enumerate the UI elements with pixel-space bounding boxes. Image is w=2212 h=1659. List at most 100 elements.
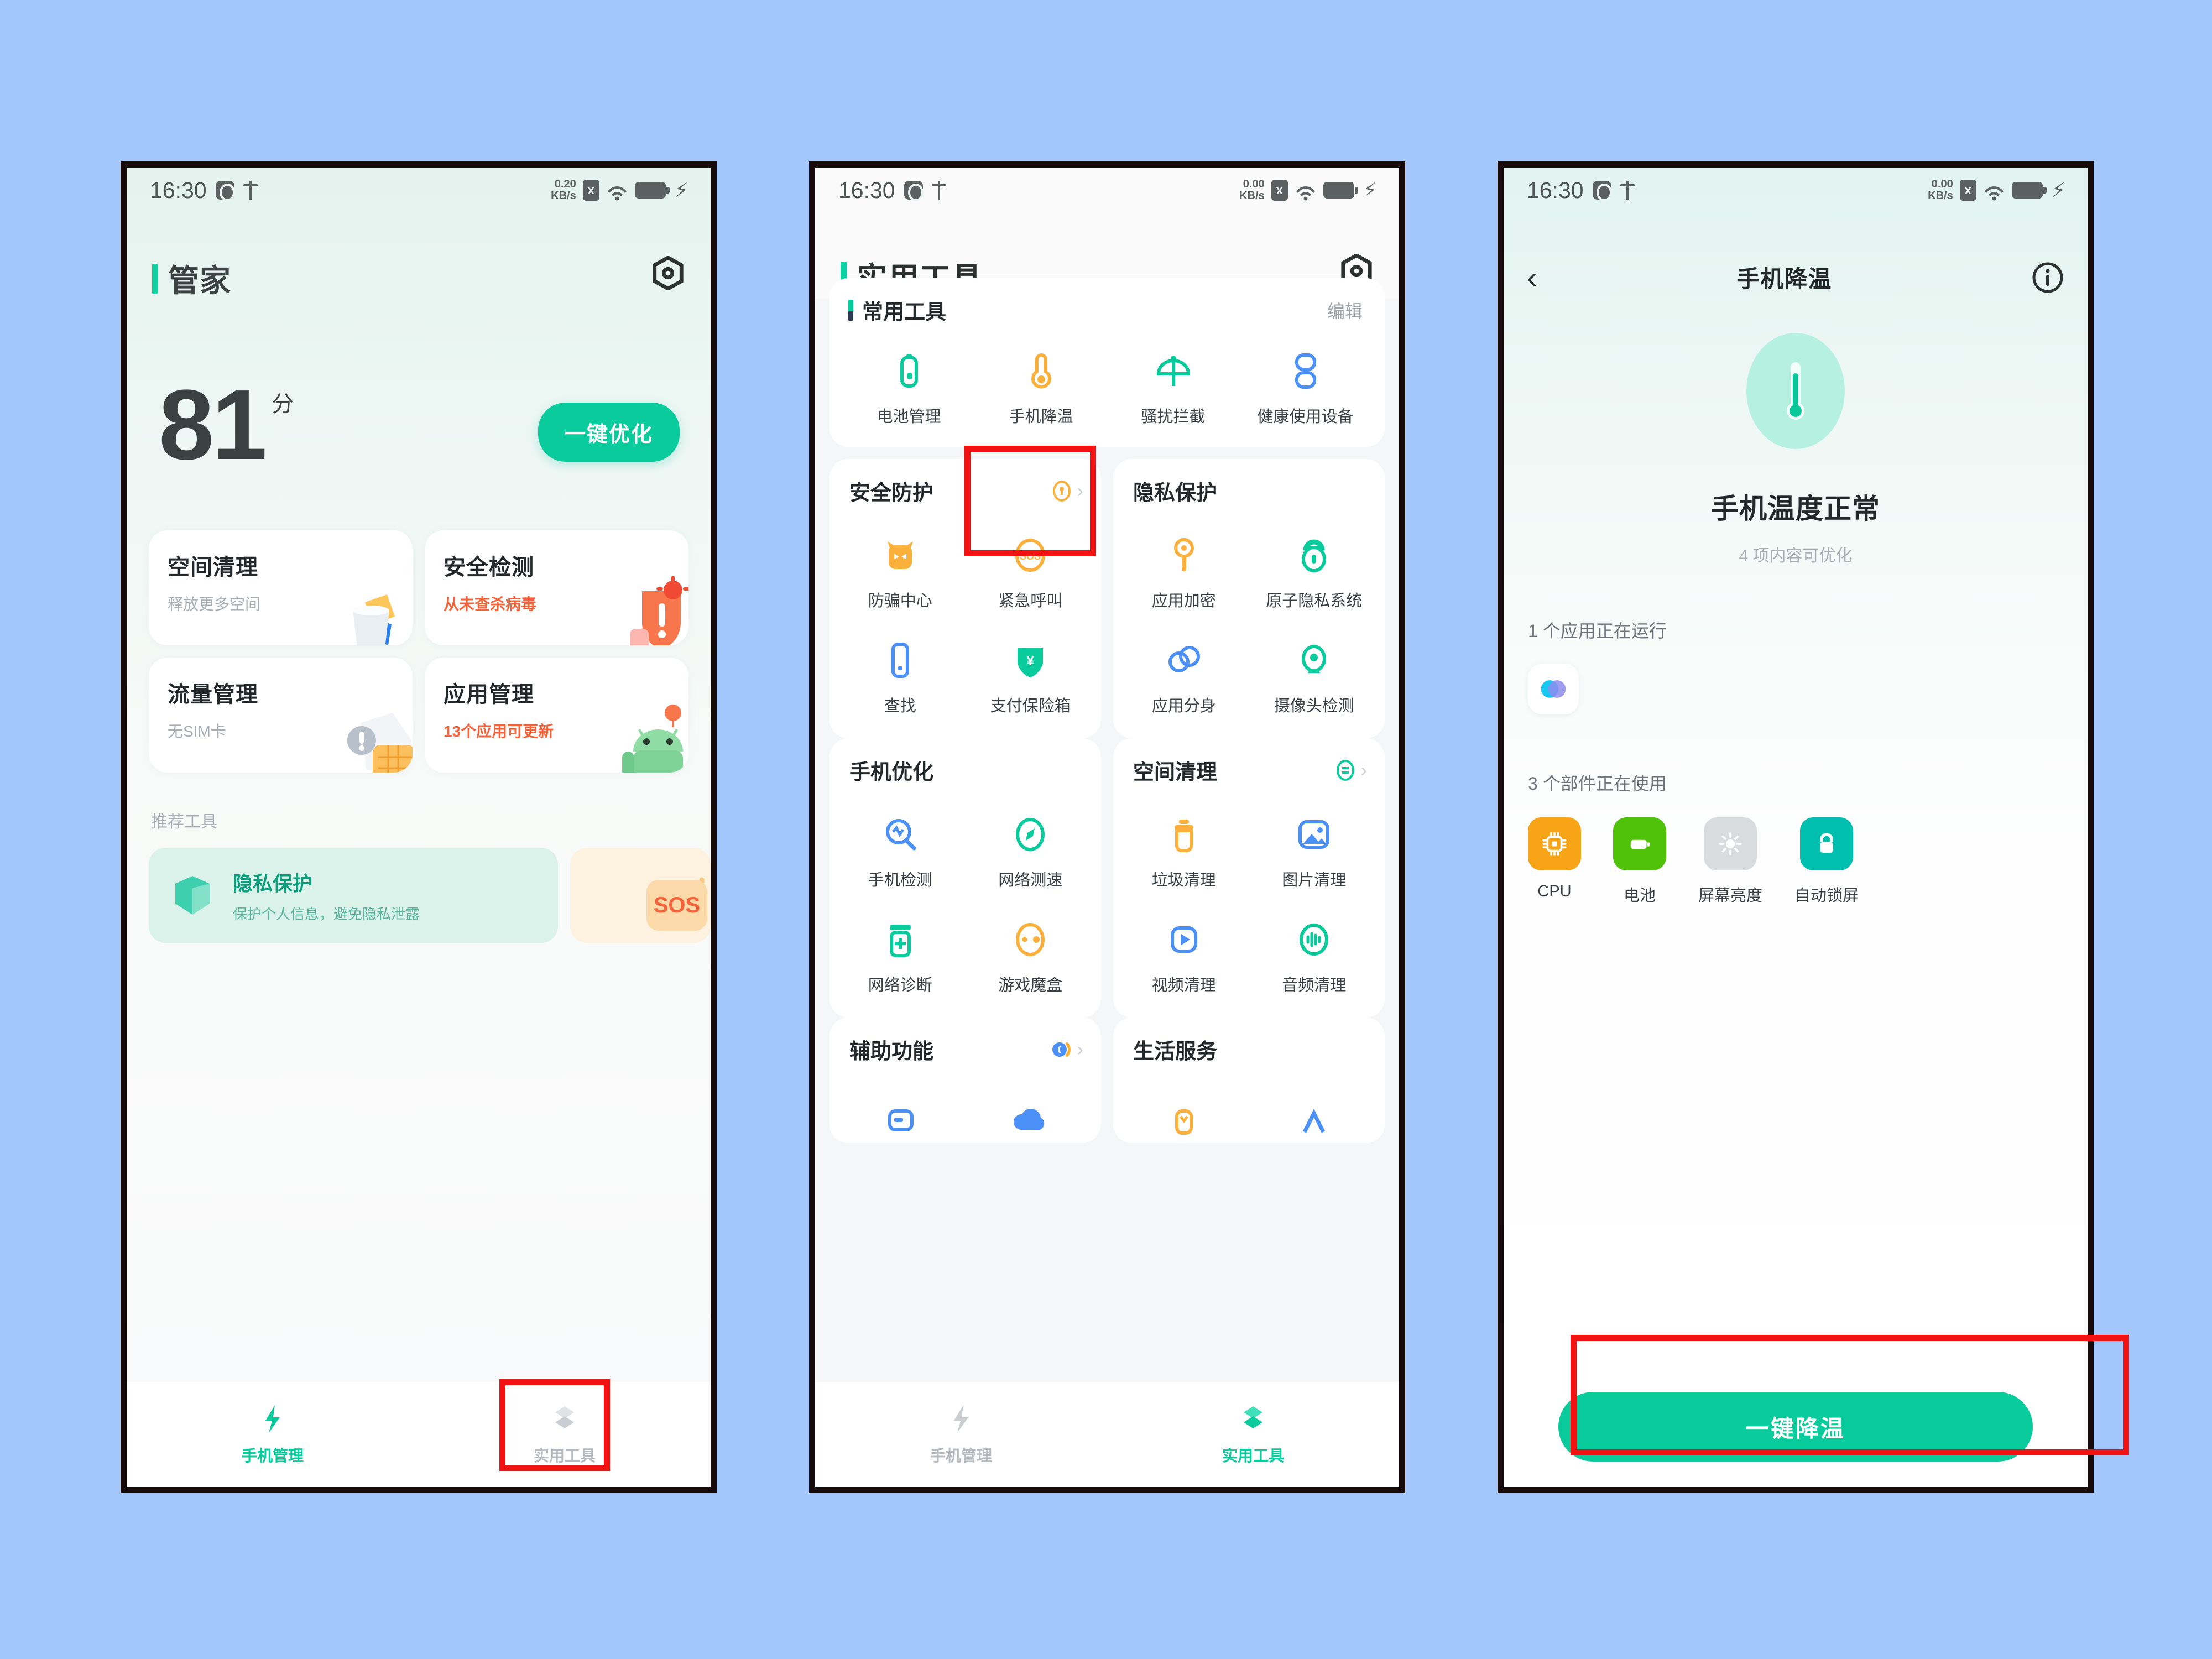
panel-privacy-protection: 隐私保护 应用加密 原子隐私系统 应用分身 摄像头检测 <box>1113 459 1385 738</box>
tool-game-box[interactable]: 游戏魔盒 <box>966 916 1096 999</box>
tool-label: 图片清理 <box>1282 872 1347 889</box>
back-button[interactable]: ‹ <box>1527 262 1537 293</box>
running-apps-label: 1 个应用正在运行 <box>1528 621 1667 641</box>
wifi-icon <box>606 181 628 201</box>
battery-icon <box>890 352 928 390</box>
sim-off-icon: x <box>1271 180 1288 201</box>
layers-icon <box>1244 1406 1262 1428</box>
panel-accent-bar <box>848 299 853 321</box>
component-label: 电池 <box>1623 887 1656 905</box>
tool-label: 紧急呼叫 <box>998 592 1063 610</box>
trash-icon <box>1165 815 1203 854</box>
tool-battery-manage[interactable]: 电池管理 <box>843 347 975 430</box>
component-autolock[interactable]: 自动锁屏 <box>1794 817 1859 906</box>
venn-app-icon <box>1541 680 1566 698</box>
network-speed: 0.20 KB/s <box>551 178 576 202</box>
section-row-1: 安全防护 › 防骗中心 SOS 紧急呼叫 查找 ¥ 支付保险箱 隐私保护 应用加… <box>830 459 1385 738</box>
panel-accessibility: 辅助功能 › <box>830 1018 1101 1143</box>
wallet-icon <box>1165 1101 1203 1140</box>
chevron-right-icon[interactable]: › <box>1077 1040 1083 1059</box>
tools-scroll-area[interactable]: 常用工具 编辑 电池管理 手机降温 骚扰拦截 健康使用设备 安全防护 › 防骗中… <box>815 278 1399 1384</box>
cloud-icon <box>1011 1101 1050 1140</box>
recommend-title: 隐私保护 <box>233 872 313 895</box>
tool-accessibility-2[interactable] <box>966 1097 1096 1143</box>
status-time: 16:30 <box>150 177 207 203</box>
info-icon[interactable] <box>2031 261 2064 294</box>
score-number: 81 <box>159 369 267 481</box>
status-time: 16:30 <box>838 177 895 203</box>
nav-item-phone-manage[interactable]: 手机管理 <box>127 1382 419 1487</box>
component-battery[interactable]: 电池 <box>1613 817 1666 906</box>
tool-label: 骚扰拦截 <box>1141 408 1206 426</box>
tool-atomic-privacy[interactable]: 原子隐私系统 <box>1249 531 1380 614</box>
nav-item-tools[interactable]: 实用工具 <box>419 1382 711 1487</box>
call-assist-icon <box>1051 1039 1073 1061</box>
running-app-item[interactable] <box>1528 664 1579 714</box>
fraud-icon <box>881 536 920 575</box>
volume-icon <box>1592 181 1612 201</box>
tool-label: 手机检测 <box>868 872 932 889</box>
audio-icon <box>1295 920 1333 959</box>
components-section: 3 个部件正在使用 CPU 电池 屏幕亮度 自动锁屏 <box>1504 770 2088 906</box>
phone-find-icon <box>881 641 920 680</box>
tool-app-clone[interactable]: 应用分身 <box>1119 637 1249 719</box>
one-key-optimize-button[interactable]: 一键优化 <box>538 403 680 462</box>
panel-common-tools: 常用工具 编辑 电池管理 手机降温 骚扰拦截 健康使用设备 <box>830 278 1385 447</box>
cpu-icon <box>1528 817 1581 870</box>
usb-icon <box>931 181 946 200</box>
tool-video-clean[interactable]: 视频清理 <box>1119 916 1249 999</box>
component-brightness[interactable]: 屏幕亮度 <box>1698 817 1762 906</box>
tool-network-speed[interactable]: 网络测速 <box>966 811 1096 894</box>
tool-app-encrypt[interactable]: 应用加密 <box>1119 531 1249 614</box>
tool-harassment-block[interactable]: 骚扰拦截 <box>1107 347 1239 430</box>
component-label: CPU <box>1537 883 1572 900</box>
battery-icon <box>634 182 670 199</box>
feature-card-grid: 空间清理 释放更多空间 安全检测 从未查杀病毒 流量管理 无SIM卡 应用管理 … <box>127 530 711 773</box>
tool-phone-cooling[interactable]: 手机降温 <box>975 347 1107 430</box>
tool-audio-clean[interactable]: 音频清理 <box>1249 916 1380 999</box>
video-icon <box>1165 920 1203 959</box>
tool-digital-wellbeing[interactable]: 健康使用设备 <box>1239 347 1371 430</box>
recommend-sos-card[interactable]: SOS <box>570 848 711 943</box>
cooling-header: ‹ 手机降温 <box>1504 213 2088 294</box>
tool-accessibility-1[interactable] <box>835 1097 966 1143</box>
tool-phone-diagnose[interactable]: 手机检测 <box>835 811 966 894</box>
panel-title-text: 隐私保护 <box>1133 482 1218 505</box>
components-label: 3 个部件正在使用 <box>1528 774 1667 794</box>
nav-label: 实用工具 <box>1222 1447 1284 1464</box>
charging-bolt-icon: ⚡ <box>1363 179 1377 201</box>
tool-network-diagnose[interactable]: 网络诊断 <box>835 916 966 999</box>
tool-find-device[interactable]: 查找 <box>835 637 966 719</box>
camera-detect-icon <box>1295 641 1333 680</box>
tool-life-1[interactable] <box>1119 1097 1249 1143</box>
trash-illustration <box>353 594 395 645</box>
tool-fraud-center[interactable]: 防骗中心 <box>835 531 966 614</box>
component-cpu[interactable]: CPU <box>1528 817 1581 906</box>
tool-camera-detect[interactable]: 摄像头检测 <box>1249 637 1380 719</box>
card-app-manage[interactable]: 应用管理 13个应用可更新 <box>425 658 688 773</box>
tool-life-2[interactable] <box>1249 1097 1380 1143</box>
tool-photo-clean[interactable]: 图片清理 <box>1249 811 1380 894</box>
edit-button[interactable]: 编辑 <box>1327 298 1363 323</box>
chevron-right-icon[interactable]: › <box>1361 761 1367 780</box>
recommend-row: 隐私保护 保护个人信息，避免隐私泄露 SOS <box>127 848 711 943</box>
card-security-scan[interactable]: 安全检测 从未查杀病毒 <box>425 530 688 645</box>
gear-icon[interactable] <box>651 256 685 290</box>
shield-warning-illustration <box>630 576 688 645</box>
recommend-subtitle: 保护个人信息，避免隐私泄露 <box>233 905 420 922</box>
nav-item-tools[interactable]: 实用工具 <box>1107 1382 1399 1487</box>
recommend-privacy-card[interactable]: 隐私保护 保护个人信息，避免隐私泄露 <box>149 848 558 943</box>
nav-item-phone-manage[interactable]: 手机管理 <box>815 1382 1107 1487</box>
nav-label: 手机管理 <box>930 1447 992 1464</box>
tool-pay-safebox[interactable]: ¥ 支付保险箱 <box>966 637 1096 719</box>
card-data-usage[interactable]: 流量管理 无SIM卡 <box>149 658 413 773</box>
chevron-right-icon[interactable]: › <box>1077 482 1083 500</box>
screenshot-stage: 16:30 0.20 KB/s x ⚡ 管家 81 分 一键优化 空间清理 释放… <box>0 0 2212 1659</box>
tool-label: 网络测速 <box>998 872 1063 889</box>
tool-label: 原子隐私系统 <box>1266 592 1363 610</box>
one-key-cooling-button[interactable]: 一键降温 <box>1558 1392 2033 1462</box>
card-storage-clean[interactable]: 空间清理 释放更多空间 <box>149 530 413 645</box>
sim-off-icon: x <box>1959 180 1976 201</box>
tool-emergency-call[interactable]: SOS 紧急呼叫 <box>966 531 1096 614</box>
tool-junk-clean[interactable]: 垃圾清理 <box>1119 811 1249 894</box>
